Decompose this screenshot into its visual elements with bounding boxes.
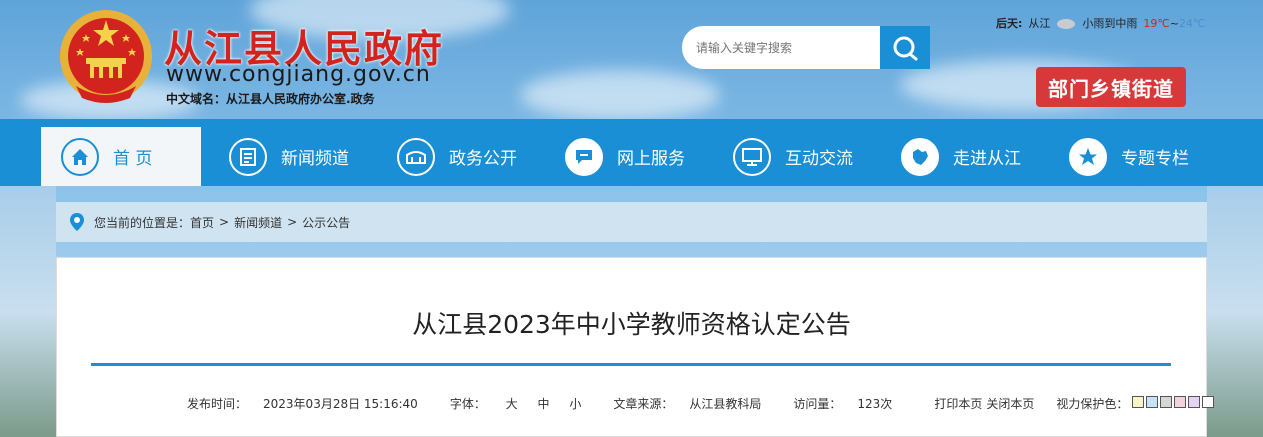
site-domain: 中文域名：从江县人民政府办公室.政务 xyxy=(166,90,375,107)
nav-label: 互动交流 xyxy=(785,149,853,169)
search-input[interactable] xyxy=(682,26,880,69)
national-emblem-logo xyxy=(60,10,152,103)
domain-label: 中文域名： xyxy=(166,92,227,106)
weather-city: 从江 xyxy=(1028,17,1051,30)
cloud-icon xyxy=(1057,19,1076,29)
font-label: 字体： xyxy=(449,397,486,411)
nav-label: 网上服务 xyxy=(617,149,685,169)
article-meta: 发布时间： 2023年03月28日 15:16:40 字体： 大 中 小 文章来源… xyxy=(187,395,1216,412)
nav-item-special[interactable]: 专题专栏 xyxy=(1069,127,1189,186)
article-panel: 从江县2023年中小学教师资格认定公告 发布时间： 2023年03月28日 15:… xyxy=(56,257,1215,437)
domain-value: 从江县人民政府办公室.政务 xyxy=(226,92,375,106)
chat-icon xyxy=(565,137,603,176)
breadcrumb-home[interactable]: 首页 xyxy=(190,214,214,231)
breadcrumb-sep: > xyxy=(219,215,230,229)
publish-label: 发布时间： xyxy=(187,397,248,411)
eye-color-swatch[interactable] xyxy=(1146,396,1159,408)
nav-item-gov[interactable]: 政务公开 xyxy=(397,127,517,186)
breadcrumb-sep: > xyxy=(287,215,298,229)
nav-label: 走进从江 xyxy=(953,149,1021,169)
eye-color-swatch[interactable] xyxy=(1202,396,1215,408)
background-scenery-left xyxy=(0,186,56,437)
article-title: 从江县2023年中小学教师资格认定公告 xyxy=(412,310,851,339)
view-count: 访问量： 123次 xyxy=(793,395,908,412)
nav-item-home[interactable]: 首 页 xyxy=(41,127,201,186)
map-icon xyxy=(901,137,939,176)
eye-color-swatch[interactable] xyxy=(1160,396,1173,408)
nav-label: 新闻频道 xyxy=(281,149,349,169)
eye-care-swatches xyxy=(1132,396,1216,411)
gov-icon xyxy=(397,137,435,176)
search-icon xyxy=(893,36,918,60)
publish-time: 发布时间： 2023年03月28日 15:16:40 xyxy=(187,395,434,412)
article-source: 文章来源： 从江县教科局 xyxy=(613,395,777,412)
close-link[interactable]: 关闭本页 xyxy=(986,395,1034,412)
monitor-icon xyxy=(733,137,771,176)
breadcrumb-notice[interactable]: 公示公告 xyxy=(302,214,350,231)
eye-color-swatch[interactable] xyxy=(1174,396,1187,408)
source-label: 文章来源： xyxy=(613,397,674,411)
main-nav: 首 页 新闻频道 政务公开 网上服务 互动交流 走进从江 专题专栏 xyxy=(0,119,1263,186)
nav-item-interact[interactable]: 互动交流 xyxy=(733,127,853,186)
star-icon xyxy=(1069,137,1107,176)
site-url: www.congjiang.gov.cn xyxy=(166,62,431,87)
eye-color-swatch[interactable] xyxy=(1132,396,1145,408)
search-button[interactable] xyxy=(880,26,930,69)
weather-label: 后天: xyxy=(996,17,1023,30)
location-pin-icon xyxy=(70,213,84,231)
home-icon xyxy=(61,137,99,176)
weather-sep: ~ xyxy=(1169,16,1179,30)
font-medium[interactable]: 中 xyxy=(538,397,550,411)
nav-item-news[interactable]: 新闻频道 xyxy=(229,127,349,186)
nav-label: 专题专栏 xyxy=(1121,149,1189,169)
print-link[interactable]: 打印本页 xyxy=(934,395,982,412)
eye-color-swatch[interactable] xyxy=(1188,396,1201,408)
weather-high: 19℃ xyxy=(1143,16,1170,30)
nav-item-about[interactable]: 走进从江 xyxy=(901,127,1021,186)
weather-low: 24℃ xyxy=(1178,16,1206,30)
weather-widget: 后天: 从江 小雨到中雨 19℃~24℃ xyxy=(996,15,1205,31)
dept-town-button[interactable]: 部门乡镇街道 xyxy=(1036,67,1186,107)
news-icon xyxy=(229,137,267,176)
nav-label: 首 页 xyxy=(113,149,153,169)
font-size-control: 字体： 大 中 小 xyxy=(450,395,598,412)
header: 从江县人民政府 www.congjiang.gov.cn 中文域名：从江县人民政… xyxy=(0,0,1263,119)
title-divider xyxy=(91,363,1171,366)
breadcrumb-prefix: 您当前的位置是： xyxy=(94,215,191,230)
weather-condition: 小雨到中雨 xyxy=(1082,17,1138,30)
breadcrumb-news[interactable]: 新闻频道 xyxy=(234,214,282,231)
font-large[interactable]: 大 xyxy=(506,397,518,411)
source-value: 从江县教科局 xyxy=(689,397,762,411)
font-small[interactable]: 小 xyxy=(569,397,581,411)
eye-care-label: 视力保护色： xyxy=(1056,397,1129,411)
views-label: 访问量： xyxy=(793,397,842,411)
views-value: 123次 xyxy=(857,397,893,411)
publish-value: 2023年03月28日 15:16:40 xyxy=(263,397,418,411)
breadcrumb: 您当前的位置是： 首页 > 新闻频道 > 公示公告 xyxy=(56,202,1207,242)
nav-label: 政务公开 xyxy=(449,149,517,169)
nav-item-service[interactable]: 网上服务 xyxy=(565,127,685,186)
